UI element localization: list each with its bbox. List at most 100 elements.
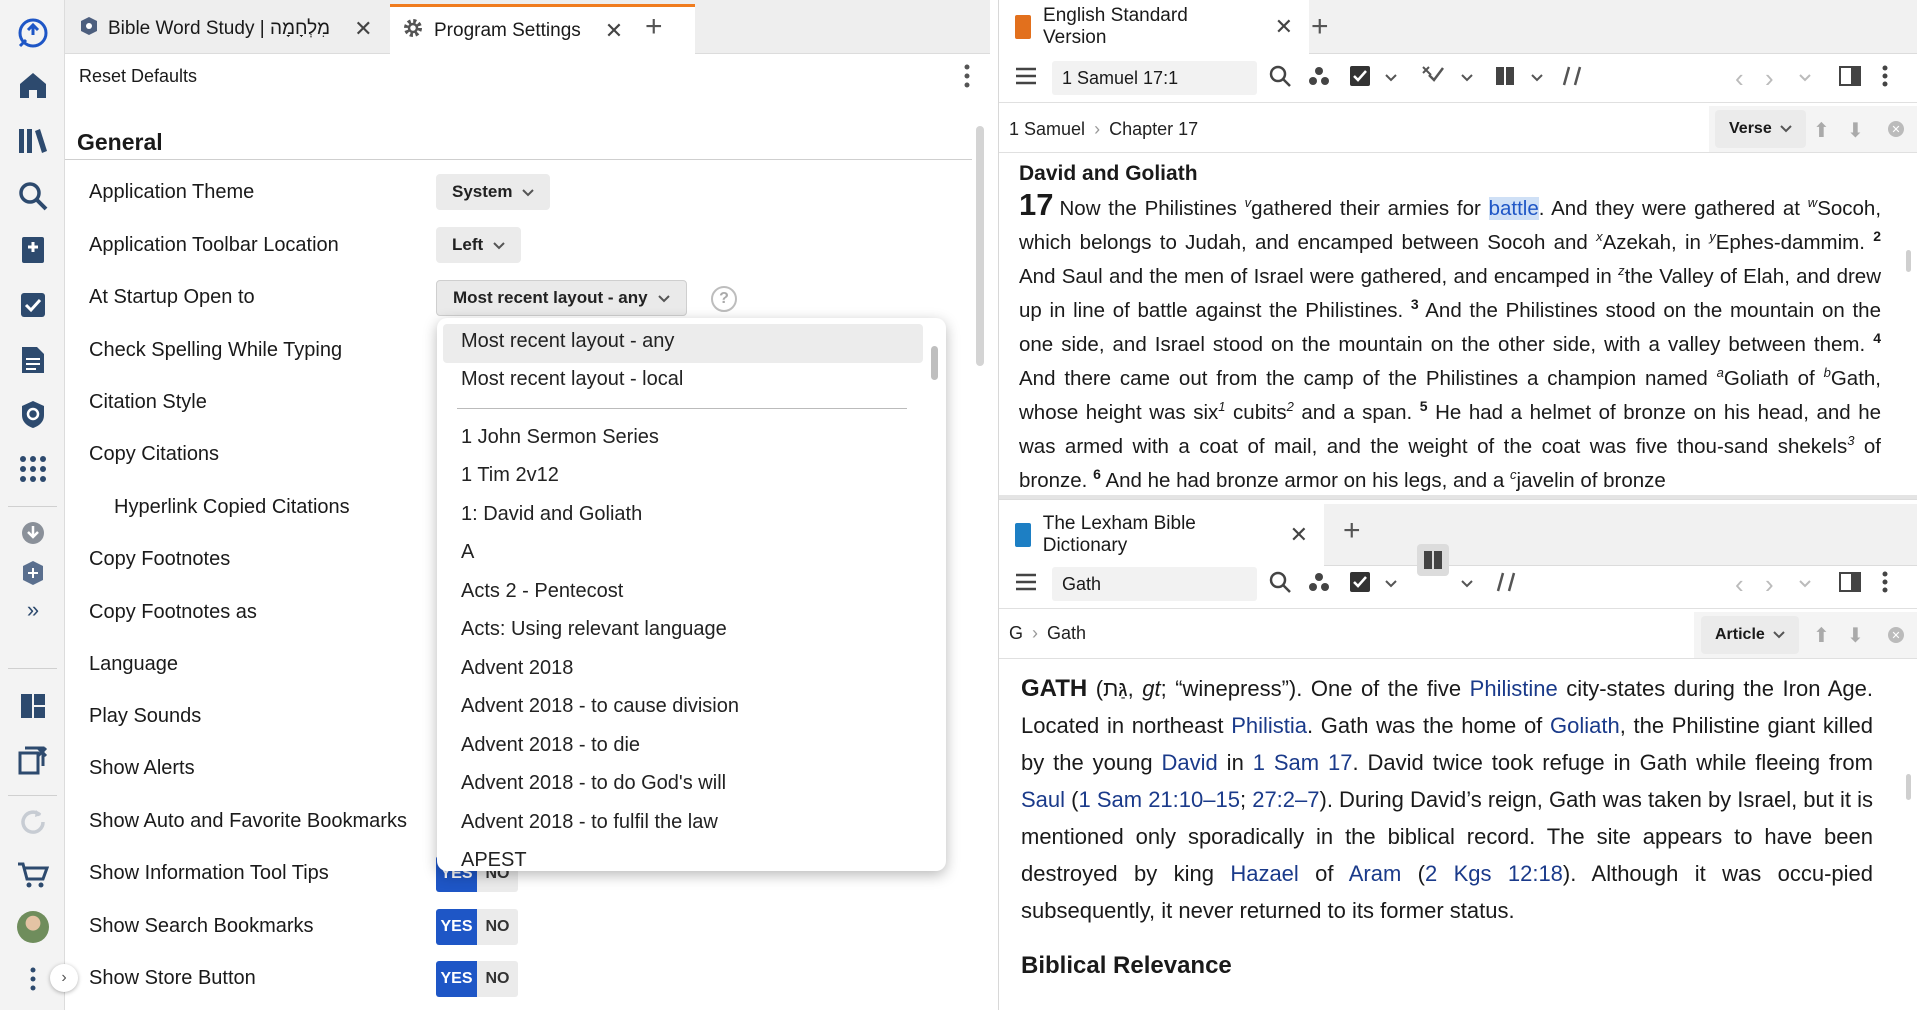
expand-more-icon[interactable]: »	[14, 591, 52, 629]
visual-filters-icon[interactable]	[1349, 65, 1371, 92]
dropdown-option[interactable]: 1 John Sermon Series	[461, 426, 659, 449]
link-set-icon[interactable]	[1496, 571, 1516, 598]
highlighted-word[interactable]: battle	[1488, 197, 1539, 220]
split-panel-icon[interactable]	[1839, 571, 1861, 597]
sync-status-icon[interactable]	[14, 554, 52, 592]
guides-icon[interactable]	[14, 231, 52, 269]
no-option[interactable]: NO	[477, 909, 518, 945]
search-icon[interactable]	[14, 177, 52, 215]
reading-plan-icon[interactable]	[14, 286, 52, 324]
documents-icon[interactable]	[14, 341, 52, 379]
dropdown-option[interactable]: 1: David and Goliath	[461, 503, 642, 526]
layouts-icon[interactable]	[14, 395, 52, 433]
home-icon[interactable]	[14, 66, 52, 104]
dropdown-option[interactable]: Advent 2018 - to die	[461, 734, 640, 757]
view-mode-select[interactable]: Article	[1701, 616, 1799, 654]
columns-icon[interactable]	[1417, 544, 1449, 576]
history-dropdown-icon[interactable]	[1799, 575, 1811, 593]
more-menu-icon[interactable]	[14, 960, 52, 998]
add-tab-button[interactable]: +	[645, 10, 663, 44]
dropdown-option[interactable]: Acts 2 - Pentecost	[461, 580, 623, 603]
tab-lexham-bible-dictionary[interactable]: The Lexham Bible Dictionary ✕	[999, 504, 1324, 566]
panel-menu-icon[interactable]	[1015, 67, 1037, 90]
no-option[interactable]: NO	[477, 961, 518, 997]
columns-icon[interactable]	[1495, 66, 1515, 91]
yes-option[interactable]: YES	[436, 909, 477, 945]
dropdown-option[interactable]: 1 Tim 2v12	[461, 464, 559, 487]
breadcrumb-item[interactable]: Chapter 17	[1109, 119, 1198, 139]
theme-select[interactable]: System	[436, 174, 551, 210]
downloads-icon[interactable]	[14, 514, 52, 552]
breadcrumb-item[interactable]: 1 Samuel	[1009, 119, 1085, 139]
settings-scrollbar[interactable]	[976, 126, 984, 366]
toolbar-location-select[interactable]: Left	[436, 227, 522, 263]
link-set-icon[interactable]	[1562, 65, 1582, 92]
arrow-up-icon[interactable]: ⬆	[1813, 623, 1830, 648]
collapse-toolbar-icon[interactable]: ›	[50, 964, 78, 992]
chevron-down-icon[interactable]	[1531, 69, 1543, 87]
add-tab-button[interactable]: +	[1343, 514, 1361, 548]
close-tab-icon[interactable]: ✕	[1275, 14, 1293, 40]
search-bookmarks-toggle[interactable]: YES NO	[436, 909, 518, 945]
panel-more-icon[interactable]	[1882, 65, 1888, 92]
close-tab-icon[interactable]: ✕	[605, 18, 623, 44]
forward-icon[interactable]: ›	[1765, 63, 1774, 94]
dictionary-scrollbar[interactable]	[1906, 774, 1911, 800]
arrow-down-icon[interactable]: ⬇	[1847, 623, 1864, 648]
dropdown-option[interactable]: APEST	[461, 849, 527, 871]
close-filter-icon[interactable]: ✕	[1888, 627, 1904, 643]
refresh-icon[interactable]	[14, 803, 52, 841]
dropdown-option[interactable]: Most recent layout - local	[461, 368, 683, 391]
store-cart-icon[interactable]	[14, 856, 52, 894]
chevron-down-icon[interactable]	[1385, 69, 1397, 87]
panels-icon[interactable]	[14, 687, 52, 725]
chevron-down-icon[interactable]	[1385, 575, 1397, 593]
tools-grid-icon[interactable]	[14, 450, 52, 488]
history-dropdown-icon[interactable]	[1799, 69, 1811, 87]
search-icon[interactable]	[1269, 65, 1291, 92]
arrow-down-icon[interactable]: ⬇	[1847, 118, 1864, 143]
dictionary-search-input[interactable]: Gath	[1052, 567, 1257, 601]
dropdown-option[interactable]: A	[461, 541, 474, 564]
breadcrumb-item[interactable]: Gath	[1047, 623, 1086, 643]
dropdown-option[interactable]: Acts: Using relevant language	[461, 618, 727, 641]
visual-filters-icon[interactable]	[1349, 571, 1371, 598]
close-filter-icon[interactable]: ✕	[1888, 121, 1904, 137]
startup-select[interactable]: Most recent layout - any	[436, 280, 687, 316]
close-tab-icon[interactable]: ✕	[354, 16, 372, 42]
chevron-down-icon[interactable]	[1461, 575, 1473, 593]
add-tab-button[interactable]: +	[1311, 10, 1329, 44]
dropdown-option[interactable]: Advent 2018 - to fulfil the law	[461, 811, 718, 834]
inline-icon[interactable]	[1421, 65, 1445, 92]
user-avatar[interactable]	[14, 908, 52, 946]
bible-scrollbar[interactable]	[1906, 250, 1911, 272]
panel-menu-icon[interactable]	[1015, 573, 1037, 596]
dropdown-option[interactable]: Advent 2018 - to do God's will	[461, 772, 726, 795]
dropdown-option[interactable]: Advent 2018	[461, 657, 573, 680]
library-icon[interactable]	[14, 122, 52, 160]
parallel-resources-icon[interactable]	[1308, 66, 1330, 91]
reset-defaults-button[interactable]: Reset Defaults	[79, 66, 197, 87]
search-icon[interactable]	[1269, 571, 1291, 598]
back-icon[interactable]: ‹	[1735, 569, 1744, 600]
close-tab-icon[interactable]: ✕	[1290, 522, 1308, 548]
help-icon[interactable]: ?	[711, 286, 737, 312]
forward-icon[interactable]: ›	[1765, 569, 1774, 600]
logos-app-icon[interactable]	[14, 14, 52, 52]
dropdown-option[interactable]: Advent 2018 - to cause division	[461, 695, 739, 718]
back-icon[interactable]: ‹	[1735, 63, 1744, 94]
chevron-down-icon[interactable]	[1461, 69, 1473, 87]
reference-input[interactable]: 1 Samuel 17:1	[1052, 61, 1257, 95]
close-all-panels-icon[interactable]	[14, 741, 52, 779]
tab-bible-word-study[interactable]: Bible Word Study | מִלְחָמָה ✕	[68, 4, 385, 54]
store-button-toggle[interactable]: YES NO	[436, 961, 518, 997]
yes-option[interactable]: YES	[436, 961, 477, 997]
tab-english-standard-version[interactable]: English Standard Version ✕	[999, 0, 1309, 54]
panel-more-icon[interactable]	[1882, 571, 1888, 598]
parallel-resources-icon[interactable]	[1308, 572, 1330, 597]
breadcrumb-item[interactable]: G	[1009, 623, 1023, 643]
dropdown-option[interactable]: Most recent layout - any	[461, 330, 674, 353]
arrow-up-icon[interactable]: ⬆	[1813, 118, 1830, 143]
split-panel-icon[interactable]	[1839, 65, 1861, 91]
dropdown-scrollbar[interactable]	[931, 346, 938, 380]
